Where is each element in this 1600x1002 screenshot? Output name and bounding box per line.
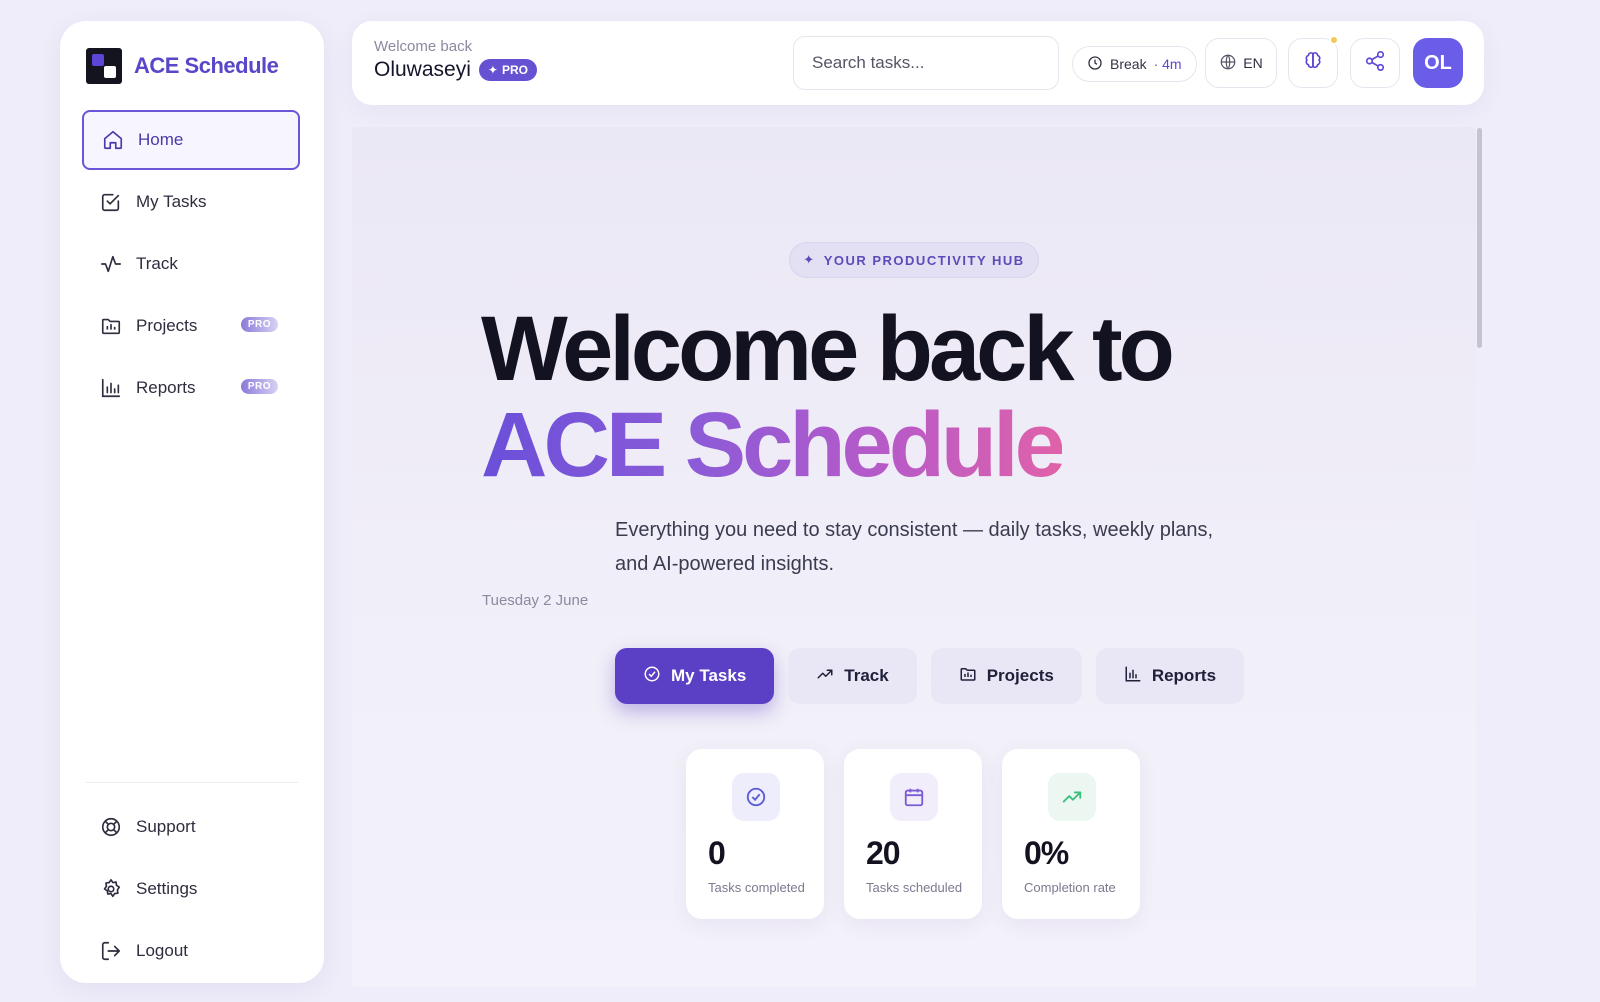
sidebar-item-home[interactable]: Home [82, 110, 300, 170]
stat-label: Completion rate [1024, 880, 1116, 895]
share-icon [1364, 50, 1386, 77]
divider [86, 782, 298, 783]
projects-button[interactable]: Projects [930, 648, 1082, 704]
stat-label: Tasks completed [708, 880, 805, 895]
greeting-block: Welcome back Oluwaseyi ✦ PRO [374, 38, 537, 82]
notification-dot [1329, 35, 1339, 45]
greeting-text: Welcome back [374, 38, 473, 55]
bar-chart-icon [100, 377, 122, 399]
sidebar-item-my-tasks[interactable]: My Tasks [82, 172, 300, 232]
break-timer[interactable]: Break · 4m [1072, 46, 1197, 82]
scrollbar[interactable] [1477, 128, 1482, 348]
trending-up-icon [816, 665, 834, 688]
stat-value: 0 [708, 835, 726, 871]
sidebar-item-reports[interactable]: Reports PRO [82, 358, 300, 418]
sidebar-item-label: Projects [136, 316, 198, 335]
sparkle-icon: ✦ [803, 252, 816, 267]
checkbox-icon [100, 191, 122, 213]
hero-title: Welcome back to [481, 298, 1175, 400]
language-button[interactable]: EN [1205, 38, 1277, 88]
stat-value: 0% [1024, 835, 1069, 871]
share-button[interactable] [1350, 38, 1400, 88]
top-header: Welcome back Oluwaseyi ✦ PRO Break · 4m … [352, 21, 1484, 105]
check-circle-icon [732, 773, 780, 821]
pro-badge: PRO [240, 379, 278, 394]
sidebar: ACE Schedule Home My Tasks Track Project… [60, 21, 324, 983]
gear-icon [100, 878, 122, 900]
stats-row: 0 Tasks completed 20 Tasks scheduled 0% … [686, 749, 1140, 919]
folder-icon [959, 665, 977, 688]
break-label: Break [1110, 56, 1147, 72]
avatar[interactable]: OL [1413, 38, 1463, 88]
sidebar-item-logout[interactable]: Logout [82, 921, 300, 981]
sidebar-item-settings[interactable]: Settings [82, 859, 300, 919]
trending-up-icon [1048, 773, 1096, 821]
sidebar-item-label: Logout [136, 941, 188, 960]
check-circle-icon [643, 665, 661, 688]
sidebar-item-projects[interactable]: Projects PRO [82, 296, 300, 356]
stat-label: Tasks scheduled [866, 880, 963, 895]
brand[interactable]: ACE Schedule [86, 48, 279, 84]
calendar-icon [890, 773, 938, 821]
stat-card-scheduled[interactable]: 20 Tasks scheduled [844, 749, 982, 919]
reports-button[interactable]: Reports [1095, 648, 1245, 704]
logo-icon [86, 48, 122, 84]
hub-pill: ✦ YOUR PRODUCTIVITY HUB [789, 242, 1039, 278]
lifebuoy-icon [100, 816, 122, 838]
sidebar-item-support[interactable]: Support [82, 797, 300, 857]
stat-card-completion-rate[interactable]: 0% Completion rate [1002, 749, 1140, 919]
hero-subtitle: Everything you need to stay consistent —… [615, 519, 1214, 575]
logout-icon [100, 940, 122, 962]
sidebar-item-label: Reports [136, 378, 196, 397]
sidebar-item-track[interactable]: Track [82, 234, 300, 294]
pro-badge: PRO [240, 317, 278, 332]
quick-actions: My Tasks Track Projects Reports [615, 648, 1245, 704]
track-button[interactable]: Track [788, 648, 917, 704]
sidebar-item-label: Support [136, 817, 196, 836]
my-tasks-button[interactable]: My Tasks [615, 648, 775, 704]
sidebar-item-label: Track [136, 254, 178, 273]
bar-chart-icon [1124, 665, 1142, 688]
hero-title-brand: ACE Schedule [481, 394, 1066, 496]
sidebar-item-label: My Tasks [136, 192, 207, 211]
current-date: Tuesday 2 June [482, 592, 589, 609]
clock-icon [1087, 55, 1103, 74]
sparkle-icon: ✦ [487, 63, 498, 77]
stat-value: 20 [866, 835, 901, 871]
activity-icon [100, 253, 122, 275]
ai-assistant-button[interactable] [1288, 35, 1339, 88]
brain-icon [1302, 50, 1324, 77]
globe-icon [1219, 53, 1237, 74]
home-icon [102, 129, 124, 151]
pro-badge: ✦ PRO [478, 59, 537, 81]
folder-icon [100, 315, 122, 337]
search-input[interactable] [812, 53, 1042, 73]
language-label: EN [1243, 55, 1263, 71]
break-time: · 4m [1153, 56, 1182, 72]
sidebar-bottom-nav: Support Settings Logout [82, 797, 300, 983]
search-field[interactable] [793, 36, 1059, 90]
brand-name: ACE Schedule [134, 53, 279, 78]
sidebar-item-label: Settings [136, 879, 198, 898]
sidebar-nav: Home My Tasks Track Projects PRO Reports… [82, 110, 300, 420]
stat-card-completed[interactable]: 0 Tasks completed [686, 749, 824, 919]
sidebar-item-label: Home [138, 130, 184, 149]
user-name: Oluwaseyi [374, 58, 471, 81]
